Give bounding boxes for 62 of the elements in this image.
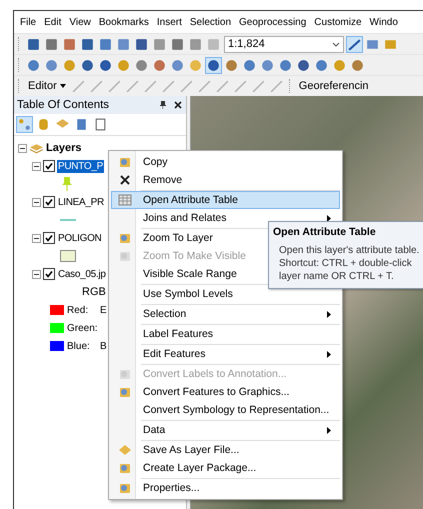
menu-item[interactable]: File bbox=[20, 16, 36, 28]
band-label: Blue: bbox=[67, 340, 91, 352]
menu-item[interactable]: Bookmarks bbox=[98, 16, 149, 28]
panel-title: Table Of Contents bbox=[17, 99, 110, 111]
menu-item[interactable]: View bbox=[69, 16, 91, 28]
menu-item[interactable]: Edit bbox=[44, 16, 62, 28]
pushpin-symbol-icon bbox=[60, 176, 74, 192]
context-menu-item[interactable]: Convert Symbology to Representation... bbox=[111, 401, 340, 419]
layer-name[interactable]: PUNTO_P bbox=[57, 160, 104, 172]
context-menu-item[interactable]: Data bbox=[111, 421, 340, 439]
layer-checkbox[interactable] bbox=[43, 160, 55, 172]
submenu-arrow-icon bbox=[327, 350, 331, 358]
legend-title: RGB bbox=[81, 285, 107, 300]
menu-item[interactable]: Geoprocessing bbox=[239, 16, 306, 28]
layer-name[interactable]: POLIGON bbox=[57, 232, 102, 244]
band-label: Red: bbox=[67, 304, 90, 316]
collapse-toggle[interactable] bbox=[32, 198, 41, 206]
layer-checkbox[interactable] bbox=[43, 232, 55, 244]
context-menu-item[interactable]: Use Symbol Levels bbox=[111, 285, 340, 303]
collapse-toggle[interactable] bbox=[32, 162, 41, 170]
context-menu-item[interactable]: Copy bbox=[111, 153, 340, 171]
tooltip-text: Open this layer's attribute table. Shortcut: CTRL + double-click layer name OR CTRL + T. bbox=[278, 244, 420, 283]
scale-dropdown[interactable]: 1:1,824 bbox=[224, 36, 344, 52]
context-menu-item[interactable]: Remove bbox=[111, 171, 340, 189]
layer-checkbox[interactable] bbox=[43, 268, 55, 280]
band-label: Green: bbox=[67, 322, 97, 334]
submenu-arrow-icon bbox=[327, 426, 331, 434]
line-symbol-icon bbox=[60, 218, 76, 222]
submenu-arrow-icon bbox=[327, 214, 331, 222]
editor-menu[interactable]: Editor bbox=[26, 80, 68, 92]
tooltip-title: Open Attribute Table bbox=[273, 226, 377, 238]
close-icon bbox=[118, 173, 132, 187]
menu-item[interactable]: Insert bbox=[156, 16, 182, 28]
menu-item[interactable]: Customize bbox=[314, 16, 362, 28]
menu-item[interactable]: Windo bbox=[370, 16, 398, 28]
pin-icon[interactable] bbox=[158, 100, 168, 110]
layer-name[interactable]: LINEA_PR bbox=[57, 196, 105, 208]
context-menu-item[interactable]: Open Attribute Table bbox=[111, 191, 340, 209]
submenu-arrow-icon bbox=[327, 310, 331, 318]
layer-name[interactable]: Caso_05.jp bbox=[57, 268, 107, 280]
context-menu-item[interactable]: Label Features bbox=[111, 325, 340, 343]
polygon-symbol bbox=[60, 250, 76, 262]
data-frame-label[interactable]: Layers bbox=[46, 142, 82, 154]
context-menu-item[interactable]: Convert Features to Graphics... bbox=[111, 383, 340, 401]
band-value: B bbox=[100, 340, 107, 352]
layer-checkbox[interactable] bbox=[43, 196, 55, 208]
chevron-down-icon bbox=[332, 42, 340, 46]
context-menu-item[interactable]: Selection bbox=[111, 305, 340, 323]
collapse-toggle[interactable] bbox=[18, 144, 27, 152]
context-menu-item[interactable]: Save As Layer File... bbox=[111, 441, 340, 459]
diamond-icon bbox=[118, 443, 132, 457]
context-menu-item[interactable]: Edit Features bbox=[111, 345, 340, 363]
collapse-toggle[interactable] bbox=[32, 234, 41, 242]
context-menu-item[interactable]: Joins and Relates bbox=[111, 209, 340, 227]
band-value: E bbox=[100, 304, 107, 316]
context-menu-item[interactable]: Create Layer Package... bbox=[111, 459, 340, 477]
close-icon[interactable] bbox=[173, 100, 183, 110]
context-menu-item[interactable]: Properties... bbox=[111, 479, 340, 497]
dropdown-arrow-icon bbox=[60, 84, 66, 88]
collapse-toggle[interactable] bbox=[32, 270, 41, 278]
menu-item[interactable]: Selection bbox=[190, 16, 232, 28]
georeferencing-toolbar-label: Georeferencin bbox=[298, 80, 370, 92]
